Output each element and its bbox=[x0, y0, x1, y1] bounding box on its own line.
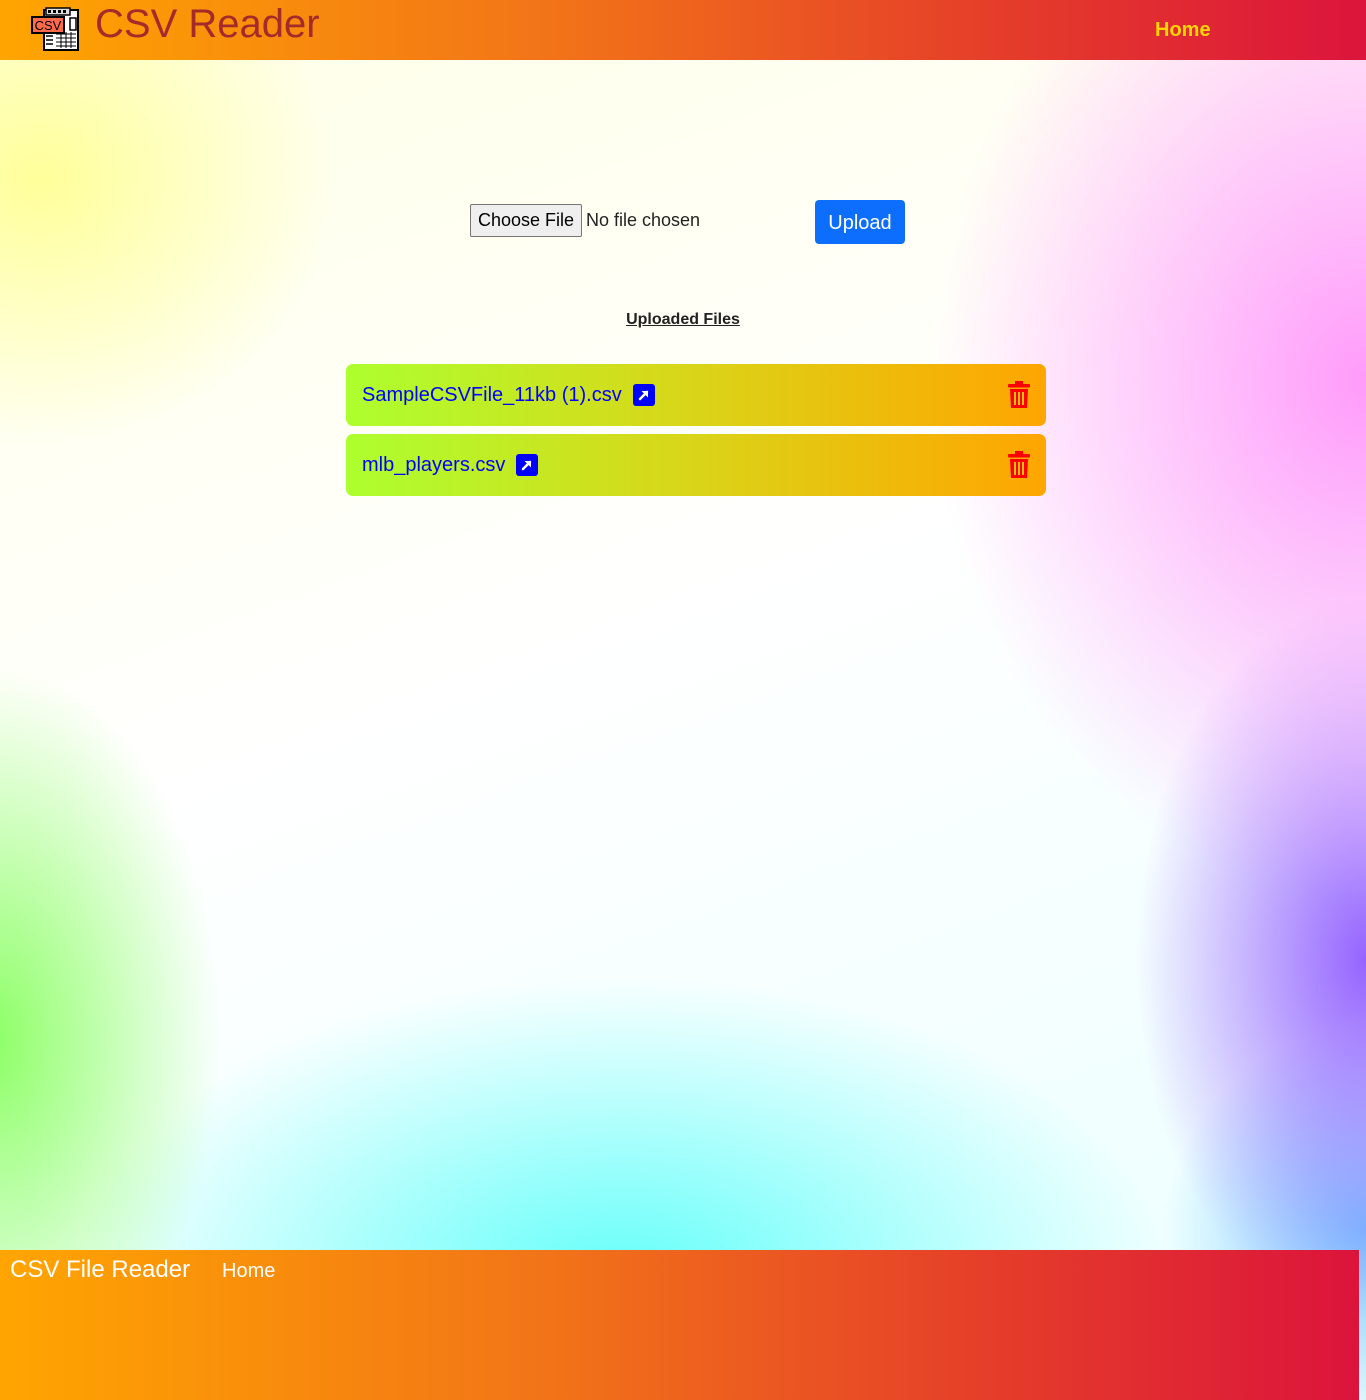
csv-logo-icon[interactable]: CSV bbox=[30, 4, 80, 52]
file-name: SampleCSVFile_11kb (1).csv bbox=[362, 384, 622, 406]
svg-text:CSV: CSV bbox=[35, 18, 62, 33]
trash-icon[interactable] bbox=[1008, 451, 1030, 478]
top-navbar: CSV CSV Reader Home bbox=[0, 0, 1366, 60]
trash-icon[interactable] bbox=[1008, 381, 1030, 408]
footer-home-link[interactable]: Home bbox=[222, 1259, 275, 1283]
external-link-icon[interactable] bbox=[632, 384, 655, 406]
file-open-link[interactable]: SampleCSVFile_11kb (1).csv bbox=[362, 383, 655, 407]
nav-home-link[interactable]: Home bbox=[1155, 19, 1211, 41]
file-status-text: No file chosen bbox=[586, 210, 701, 230]
file-name: mlb_players.csv bbox=[362, 454, 506, 476]
footer: CSV File Reader Home bbox=[0, 1250, 1359, 1400]
file-list-item: SampleCSVFile_11kb (1).csv bbox=[346, 364, 1046, 426]
uploaded-files-heading: Uploaded Files bbox=[626, 311, 740, 328]
upload-button[interactable]: Upload bbox=[815, 200, 905, 244]
footer-brand: CSV File Reader bbox=[10, 1256, 191, 1283]
brand-title[interactable]: CSV Reader bbox=[95, 2, 320, 46]
choose-file-button[interactable]: Choose File bbox=[470, 204, 582, 237]
file-open-link[interactable]: mlb_players.csv bbox=[362, 453, 539, 477]
external-link-icon[interactable] bbox=[516, 454, 539, 476]
file-list-item: mlb_players.csv bbox=[346, 434, 1046, 496]
